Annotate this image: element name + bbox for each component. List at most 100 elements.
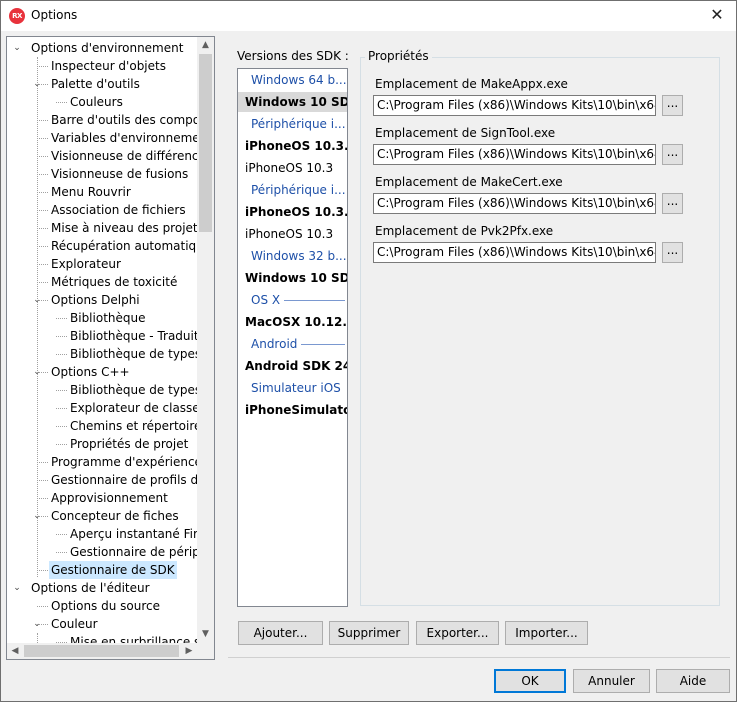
tree-item[interactable]: Bibliothèque de types (68, 345, 197, 363)
tree-item[interactable]: Options du source (49, 597, 162, 615)
scroll-up-arrow-icon[interactable]: ▲ (197, 37, 214, 54)
pvk2pfx-path-input[interactable]: C:\Program Files (x86)\Windows Kits\10\b… (373, 242, 656, 263)
tree-item[interactable]: Options de l'éditeur (29, 579, 152, 597)
tree-item[interactable]: Approvisionnement (49, 489, 170, 507)
title-bar[interactable]: RX Options ✕ (1, 1, 736, 31)
options-tree[interactable]: ⌄ Options d'environnement Inspecteur d'obj… (6, 36, 215, 660)
tree-connector (37, 84, 48, 85)
tree-item[interactable]: Bibliothèque de types (68, 381, 197, 399)
makeappx-browse-button[interactable]: ... (662, 95, 683, 116)
tree-connector (56, 444, 67, 445)
sdk-platform-header-label: Périphérique i... (251, 117, 346, 131)
expand-chevron-icon[interactable]: ⌄ (12, 39, 22, 57)
tree-vertical-scrollbar[interactable]: ▲ ▼ (197, 37, 214, 643)
tree-item[interactable]: Menu Rouvrir (49, 183, 133, 201)
tree-item[interactable]: Propriétés de projet (68, 435, 190, 453)
tree-connector (37, 606, 48, 607)
tree-horizontal-scrollbar[interactable]: ◀ ▶ (7, 643, 197, 659)
tree-connector (37, 264, 48, 265)
tree-item[interactable]: Inspecteur d'objets (49, 57, 168, 75)
tree-item[interactable]: Association de fichiers (49, 201, 188, 219)
tree-item[interactable]: Couleurs (68, 93, 125, 111)
sdk-version-item[interactable]: iPhoneOS 10.3 (238, 158, 347, 178)
cancel-button[interactable]: Annuler (573, 669, 650, 693)
tree-item[interactable]: Options Delphi (49, 291, 142, 309)
scroll-down-arrow-icon[interactable]: ▼ (197, 626, 214, 643)
sdk-version-item[interactable]: Windows 10 SD... (238, 92, 347, 112)
expand-chevron-icon[interactable]: ⌄ (12, 579, 22, 597)
tree-item[interactable]: Gestionnaire de SDK (49, 561, 177, 579)
tree-item[interactable]: Variables d'environnement (49, 129, 197, 147)
tree-item[interactable]: Gestionnaire de profils de c (49, 471, 197, 489)
tree-connector (37, 570, 48, 571)
signtool-path-input[interactable]: C:\Program Files (x86)\Windows Kits\10\b… (373, 144, 656, 165)
scroll-left-arrow-icon[interactable]: ◀ (7, 643, 23, 659)
sdk-version-item[interactable]: iPhoneSimulato... (238, 400, 347, 420)
tree-content: ⌄ Options d'environnement Inspecteur d'obj… (7, 37, 197, 643)
tree-item[interactable]: Récupération automatique (49, 237, 197, 255)
scroll-right-arrow-icon[interactable]: ▶ (181, 643, 197, 659)
remove-sdk-button[interactable]: Supprimer (329, 621, 409, 645)
tree-item[interactable]: Visionneuse de fusions (49, 165, 190, 183)
makecert-browse-button[interactable]: ... (662, 193, 683, 214)
tree-item[interactable]: Programme d'expérience cl (49, 453, 197, 471)
header-rule (284, 300, 346, 301)
sdk-platform-header: Périphérique i... (238, 180, 347, 200)
sdk-platform-header: Windows 64 b... (238, 70, 347, 90)
close-button[interactable]: ✕ (702, 2, 732, 28)
sdk-version-item[interactable]: iPhoneOS 10.3.1 (238, 136, 347, 156)
makeappx-path-input[interactable]: C:\Program Files (x86)\Windows Kits\10\b… (373, 95, 656, 116)
tree-item[interactable]: Options C++ (49, 363, 132, 381)
pvk2pfx-browse-button[interactable]: ... (662, 242, 683, 263)
tree-connector (37, 498, 48, 499)
tree-item[interactable]: Chemins et répertoires (68, 417, 197, 435)
makecert-path-input[interactable]: C:\Program Files (x86)\Windows Kits\10\b… (373, 193, 656, 214)
tree-item[interactable]: Bibliothèque (68, 309, 148, 327)
sdk-version-item[interactable]: iPhoneOS 10.3.1 (238, 202, 347, 222)
makecert-label: Emplacement de MakeCert.exe (375, 175, 563, 189)
ok-button[interactable]: OK (494, 669, 566, 693)
sdk-version-item[interactable]: MacOSX 10.12.4 (238, 312, 347, 332)
bottom-separator (228, 657, 730, 658)
tree-item[interactable]: Gestionnaire de périphé (68, 543, 197, 561)
tree-item[interactable]: Options d'environnement (29, 39, 185, 57)
tree-horizontal-scroll-thumb[interactable] (24, 645, 179, 657)
tree-item[interactable]: Mise à niveau des projets (49, 219, 197, 237)
signtool-browse-button[interactable]: ... (662, 144, 683, 165)
tree-item[interactable]: Explorateur (49, 255, 123, 273)
tree-connector (37, 210, 48, 211)
tree-item[interactable]: Mise en surbrillance stru (68, 633, 197, 643)
tree-vertical-scroll-thumb[interactable] (199, 54, 212, 232)
sdk-version-item[interactable]: Windows 10 SD... (238, 268, 347, 288)
tree-connector (56, 336, 67, 337)
sdk-platform-header-label: Windows 64 b... (251, 73, 347, 87)
tree-item[interactable]: Palette d'outils (49, 75, 142, 93)
sdk-versions-label: Versions des SDK : (237, 49, 349, 63)
sdk-platform-header-label: Simulateur iOS (251, 381, 341, 395)
add-sdk-button[interactable]: Ajouter... (238, 621, 323, 645)
sdk-versions-list[interactable]: Windows 64 b... Windows 10 SD... Périphéri… (237, 68, 348, 607)
tree-item[interactable]: Explorateur de classes (68, 399, 197, 417)
tree-item[interactable]: Concepteur de fiches (49, 507, 181, 525)
tree-item[interactable]: Aperçu instantané FireU (68, 525, 197, 543)
makeappx-label: Emplacement de MakeAppx.exe (375, 77, 568, 91)
sdk-version-item[interactable]: Android SDK 24... (238, 356, 347, 376)
tree-item[interactable]: Métriques de toxicité (49, 273, 179, 291)
sdk-platform-header: Périphérique i... (238, 114, 347, 134)
help-button[interactable]: Aide (656, 669, 730, 693)
tree-guide (37, 633, 38, 643)
tree-connector (37, 228, 48, 229)
tree-connector (37, 372, 48, 373)
tree-item[interactable]: Couleur (49, 615, 100, 633)
sdk-platform-header-label: Windows 32 b... (251, 249, 347, 263)
tree-connector (56, 426, 67, 427)
sdk-version-item[interactable]: iPhoneOS 10.3 (238, 224, 347, 244)
sdk-platform-header: Android (238, 334, 347, 354)
signtool-label: Emplacement de SignTool.exe (375, 126, 556, 140)
import-sdk-button[interactable]: Importer... (505, 621, 588, 645)
export-sdk-button[interactable]: Exporter... (416, 621, 499, 645)
tree-item[interactable]: Barre d'outils des composa (49, 111, 197, 129)
header-rule (301, 344, 346, 345)
tree-item[interactable]: Visionneuse de différences (49, 147, 197, 165)
tree-item[interactable]: Bibliothèque - Traduite (68, 327, 197, 345)
